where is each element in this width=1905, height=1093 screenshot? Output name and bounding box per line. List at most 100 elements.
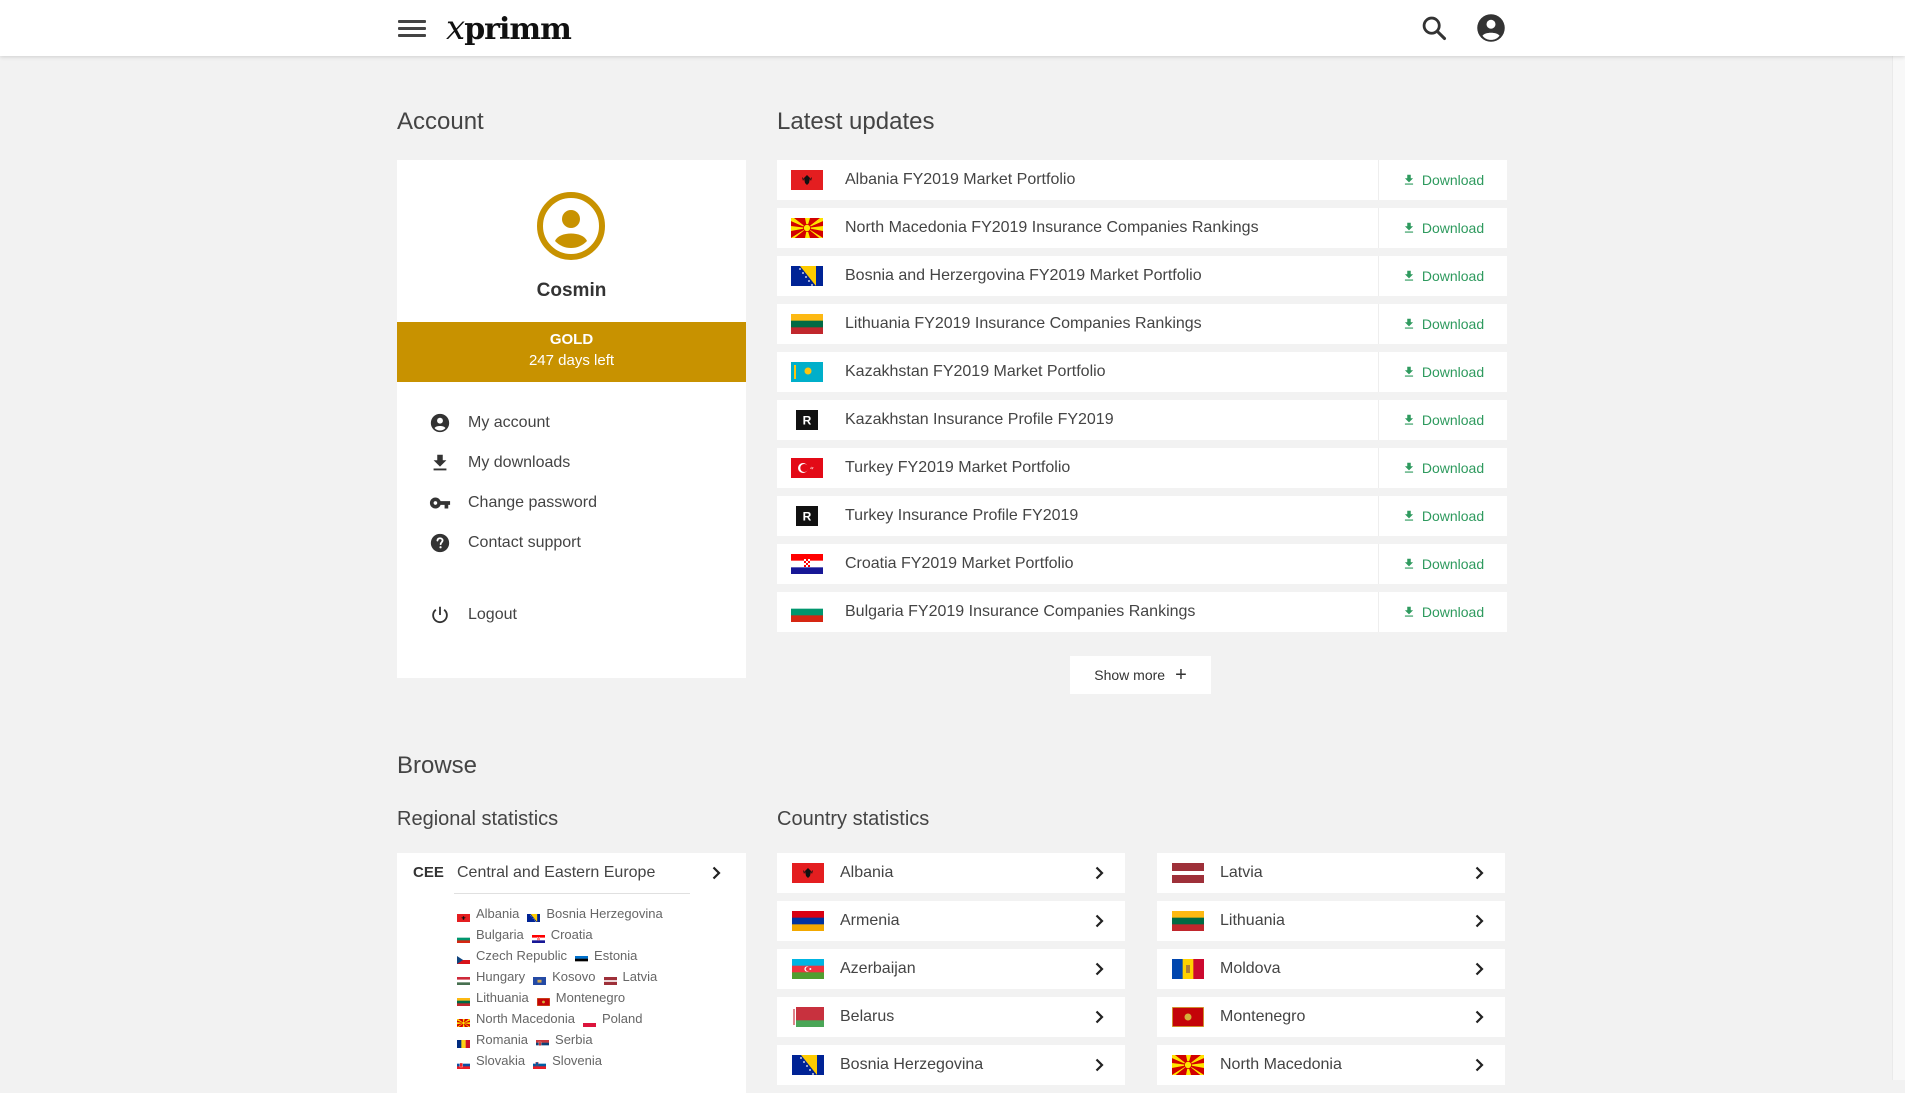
change-password-link[interactable]: Change password: [429, 488, 597, 518]
chevron-right-icon: [1475, 1010, 1484, 1024]
update-title[interactable]: Croatia FY2019 Market Portfolio: [845, 544, 1074, 584]
update-title[interactable]: Bulgaria FY2019 Insurance Companies Rank…: [845, 592, 1195, 632]
region-country-slovakia[interactable]: Slovakia: [457, 1053, 525, 1069]
poland-flag-icon: [583, 1015, 596, 1027]
update-title[interactable]: Kazakhstan FY2019 Market Portfolio: [845, 352, 1106, 392]
download-button[interactable]: Download: [1378, 496, 1507, 536]
chevron-right-icon: [1475, 962, 1484, 976]
country-link-albania[interactable]: Albania: [777, 853, 1125, 893]
country-link-montenegro[interactable]: Montenegro: [1157, 997, 1505, 1037]
top-app-bar: xprimm: [0, 0, 1905, 56]
contact-support-label: Contact support: [468, 534, 581, 551]
lithuania-flag-icon: [1172, 911, 1204, 932]
my-downloads-label: My downloads: [468, 454, 571, 471]
region-country-kosovo[interactable]: Kosovo: [533, 969, 596, 985]
hungary-flag-icon: [457, 973, 470, 985]
region-country-label: Albania: [476, 906, 520, 921]
download-label: Download: [1421, 364, 1485, 380]
kosovo-flag-icon: [533, 973, 547, 985]
hamburger-menu-button[interactable]: [398, 16, 426, 40]
page-scrollbar[interactable]: [1892, 0, 1905, 1080]
region-country-serbia[interactable]: Serbia: [536, 1032, 593, 1048]
region-country-line: Czech Republic Estonia: [457, 945, 737, 966]
lithuania-flag-icon: [457, 994, 470, 1006]
country-name: Bosnia Herzegovina: [840, 1056, 984, 1073]
albania-flag-icon: [791, 170, 823, 190]
country-link-north-macedonia[interactable]: North Macedonia: [1157, 1045, 1505, 1085]
account-circle-icon[interactable]: [1476, 13, 1506, 43]
download-button[interactable]: Download: [1378, 256, 1507, 296]
country-name: Belarus: [840, 1008, 895, 1025]
download-button[interactable]: Download: [1378, 400, 1507, 440]
region-country-slovenia[interactable]: Slovenia: [533, 1053, 602, 1069]
download-button[interactable]: Download: [1378, 544, 1507, 584]
region-country-czech-republic[interactable]: Czech Republic: [457, 948, 567, 964]
latvia-flag-icon: [603, 973, 617, 985]
show-more-button[interactable]: Show more +: [1070, 656, 1211, 694]
download-button[interactable]: Download: [1378, 160, 1507, 200]
country-name: Montenegro: [1220, 1008, 1306, 1025]
download-button[interactable]: Download: [1378, 208, 1507, 248]
region-country-estonia[interactable]: Estonia: [575, 948, 637, 964]
region-country-albania[interactable]: Albania: [457, 906, 520, 922]
logo-x: x: [446, 8, 465, 48]
r-badge-flag-icon: R: [791, 506, 823, 526]
xprimm-logo[interactable]: xprimm: [446, 8, 572, 48]
country-name: Latvia: [1220, 864, 1263, 881]
plus-icon: +: [1175, 664, 1187, 686]
update-title[interactable]: Turkey FY2019 Market Portfolio: [845, 448, 1070, 488]
account-circle-icon: [430, 413, 450, 433]
download-label: Download: [1421, 460, 1485, 476]
romania-flag-icon: [457, 1036, 471, 1048]
region-country-label: Bosnia Herzegovina: [546, 906, 663, 921]
region-country-romania[interactable]: Romania: [457, 1032, 528, 1048]
my-downloads-link[interactable]: My downloads: [429, 448, 570, 478]
update-title[interactable]: Turkey Insurance Profile FY2019: [845, 496, 1078, 536]
download-button[interactable]: Download: [1378, 352, 1507, 392]
latvia-flag-icon: [1172, 863, 1204, 883]
country-link-azerbaijan[interactable]: Azerbaijan: [777, 949, 1125, 989]
region-country-montenegro[interactable]: Montenegro: [536, 990, 625, 1006]
country-link-lithuania[interactable]: Lithuania: [1157, 901, 1505, 941]
download-button[interactable]: Download: [1378, 592, 1507, 632]
region-country-label: Poland: [602, 1011, 643, 1026]
download-button[interactable]: Download: [1378, 448, 1507, 488]
update-title[interactable]: Kazakhstan Insurance Profile FY2019: [845, 400, 1114, 440]
region-country-poland[interactable]: Poland: [583, 1011, 643, 1027]
region-country-label: Serbia: [555, 1032, 593, 1047]
country-link-belarus[interactable]: Belarus: [777, 997, 1125, 1037]
change-password-label: Change password: [468, 494, 597, 511]
update-title[interactable]: North Macedonia FY2019 Insurance Compani…: [845, 208, 1259, 248]
country-link-moldova[interactable]: Moldova: [1157, 949, 1505, 989]
update-title[interactable]: Lithuania FY2019 Insurance Companies Ran…: [845, 304, 1202, 344]
region-country-lithuania[interactable]: Lithuania: [457, 990, 529, 1006]
region-country-line: Bulgaria Croatia: [457, 924, 737, 945]
region-country-bulgaria[interactable]: Bulgaria: [457, 927, 524, 943]
my-account-link[interactable]: My account: [429, 408, 550, 438]
region-country-croatia[interactable]: Croatia: [531, 927, 593, 943]
country-name: Azerbaijan: [840, 960, 916, 977]
show-more-label: Show more: [1094, 667, 1166, 683]
region-country-latvia[interactable]: Latvia: [603, 969, 657, 985]
search-icon[interactable]: [1420, 14, 1448, 42]
region-country-north-macedonia[interactable]: North Macedonia: [457, 1011, 575, 1028]
region-country-bosnia-herzegovina[interactable]: Bosnia Herzegovina: [527, 906, 663, 922]
update-title[interactable]: Bosnia and Herzergovina FY2019 Market Po…: [845, 256, 1202, 296]
region-cee-link[interactable]: CEE Central and Eastern Europe: [397, 853, 746, 893]
country-link-bosnia-herzegovina[interactable]: Bosnia Herzegovina: [777, 1045, 1125, 1085]
region-country-hungary[interactable]: Hungary: [457, 969, 525, 985]
download-button[interactable]: Download: [1378, 304, 1507, 344]
north-macedonia-flag-icon: [1172, 1055, 1204, 1078]
turkey-flag-icon: [791, 458, 823, 478]
update-title[interactable]: Albania FY2019 Market Portfolio: [845, 160, 1075, 200]
download-icon: [1404, 270, 1413, 281]
contact-support-link[interactable]: Contact support: [429, 528, 581, 558]
north-macedonia-flag-icon: [791, 218, 823, 241]
download-icon: [1404, 558, 1413, 569]
account-card: Cosmin GOLD 247 days left My account My …: [397, 160, 746, 678]
update-row: R Turkey Insurance Profile FY2019 Download: [777, 496, 1507, 536]
country-link-armenia[interactable]: Armenia: [777, 901, 1125, 941]
logout-link[interactable]: Logout: [429, 600, 517, 630]
country-link-latvia[interactable]: Latvia: [1157, 853, 1505, 893]
svg-text:R: R: [803, 510, 812, 524]
